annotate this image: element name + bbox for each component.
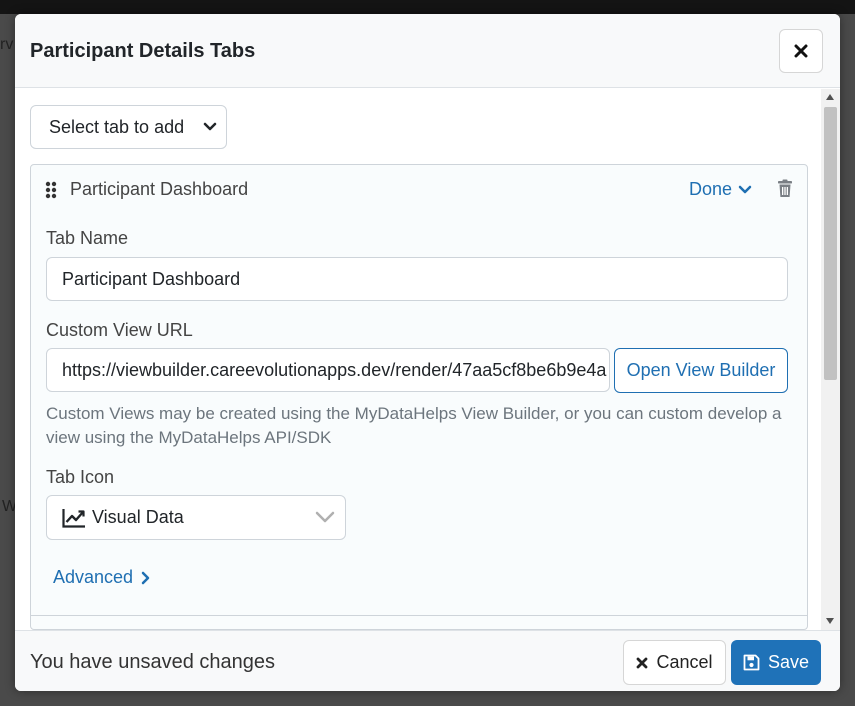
- card-divider: [31, 615, 807, 616]
- custom-view-url-input[interactable]: https://viewbuilder.careevolutionapps.de…: [46, 348, 610, 392]
- card-title: Participant Dashboard: [70, 179, 249, 199]
- tab-name-input[interactable]: Participant Dashboard: [46, 257, 788, 301]
- close-icon: [637, 657, 648, 668]
- modal-footer: You have unsaved changes Cancel Save: [15, 630, 840, 691]
- save-label: Save: [767, 652, 810, 672]
- background-text-fragment: rv: [0, 36, 14, 53]
- tab-icon-select[interactable]: Visual Data: [46, 495, 346, 540]
- cancel-label: Cancel: [656, 652, 713, 672]
- select-tab-label: Select tab to add: [49, 116, 185, 137]
- close-button[interactable]: [779, 29, 823, 73]
- tab-icon-value: Visual Data: [92, 507, 184, 527]
- chevron-right-icon: [141, 571, 150, 584]
- tab-icon-label: Tab Icon: [46, 467, 115, 487]
- tab-name-label: Tab Name: [46, 228, 129, 248]
- scrollbar-thumb[interactable]: [824, 107, 837, 380]
- modal-body: Select tab to add Participant Dashboard …: [15, 89, 840, 630]
- floppy-disk-icon: [743, 654, 760, 671]
- drag-handle-icon[interactable]: [45, 181, 57, 199]
- chevron-down-icon: [738, 185, 752, 193]
- scroll-up-arrow-icon[interactable]: [826, 94, 834, 100]
- custom-view-help-text: Custom Views may be created using the My…: [46, 404, 782, 447]
- save-button[interactable]: Save: [731, 640, 821, 685]
- tab-card-participant-dashboard: Participant Dashboard Done Tab Name Part…: [30, 164, 808, 630]
- chart-line-icon: [62, 508, 85, 528]
- done-label: Done: [689, 179, 733, 199]
- open-view-builder-button[interactable]: Open View Builder: [614, 348, 788, 393]
- close-icon: [794, 44, 808, 58]
- tab-name-value: Participant Dashboard: [62, 268, 241, 289]
- advanced-label: Advanced: [53, 567, 134, 587]
- cancel-button[interactable]: Cancel: [623, 640, 726, 685]
- trash-icon[interactable]: [777, 179, 793, 198]
- modal-title: Participant Details Tabs: [30, 40, 256, 62]
- modal-header: Participant Details Tabs: [15, 14, 840, 88]
- chevron-down-icon: [203, 122, 217, 131]
- app-top-bar: [0, 0, 855, 14]
- custom-view-url-value: https://viewbuilder.careevolutionapps.de…: [62, 359, 607, 380]
- custom-view-url-label: Custom View URL: [46, 320, 193, 340]
- scroll-down-arrow-icon[interactable]: [826, 618, 834, 624]
- participant-details-tabs-modal: Participant Details Tabs Select tab to a…: [15, 14, 840, 691]
- advanced-link[interactable]: Advanced: [53, 567, 151, 588]
- chevron-down-icon: [315, 511, 335, 523]
- unsaved-changes-text: You have unsaved changes: [30, 651, 276, 673]
- done-button[interactable]: Done: [689, 179, 752, 200]
- select-tab-to-add-dropdown[interactable]: Select tab to add: [30, 105, 227, 149]
